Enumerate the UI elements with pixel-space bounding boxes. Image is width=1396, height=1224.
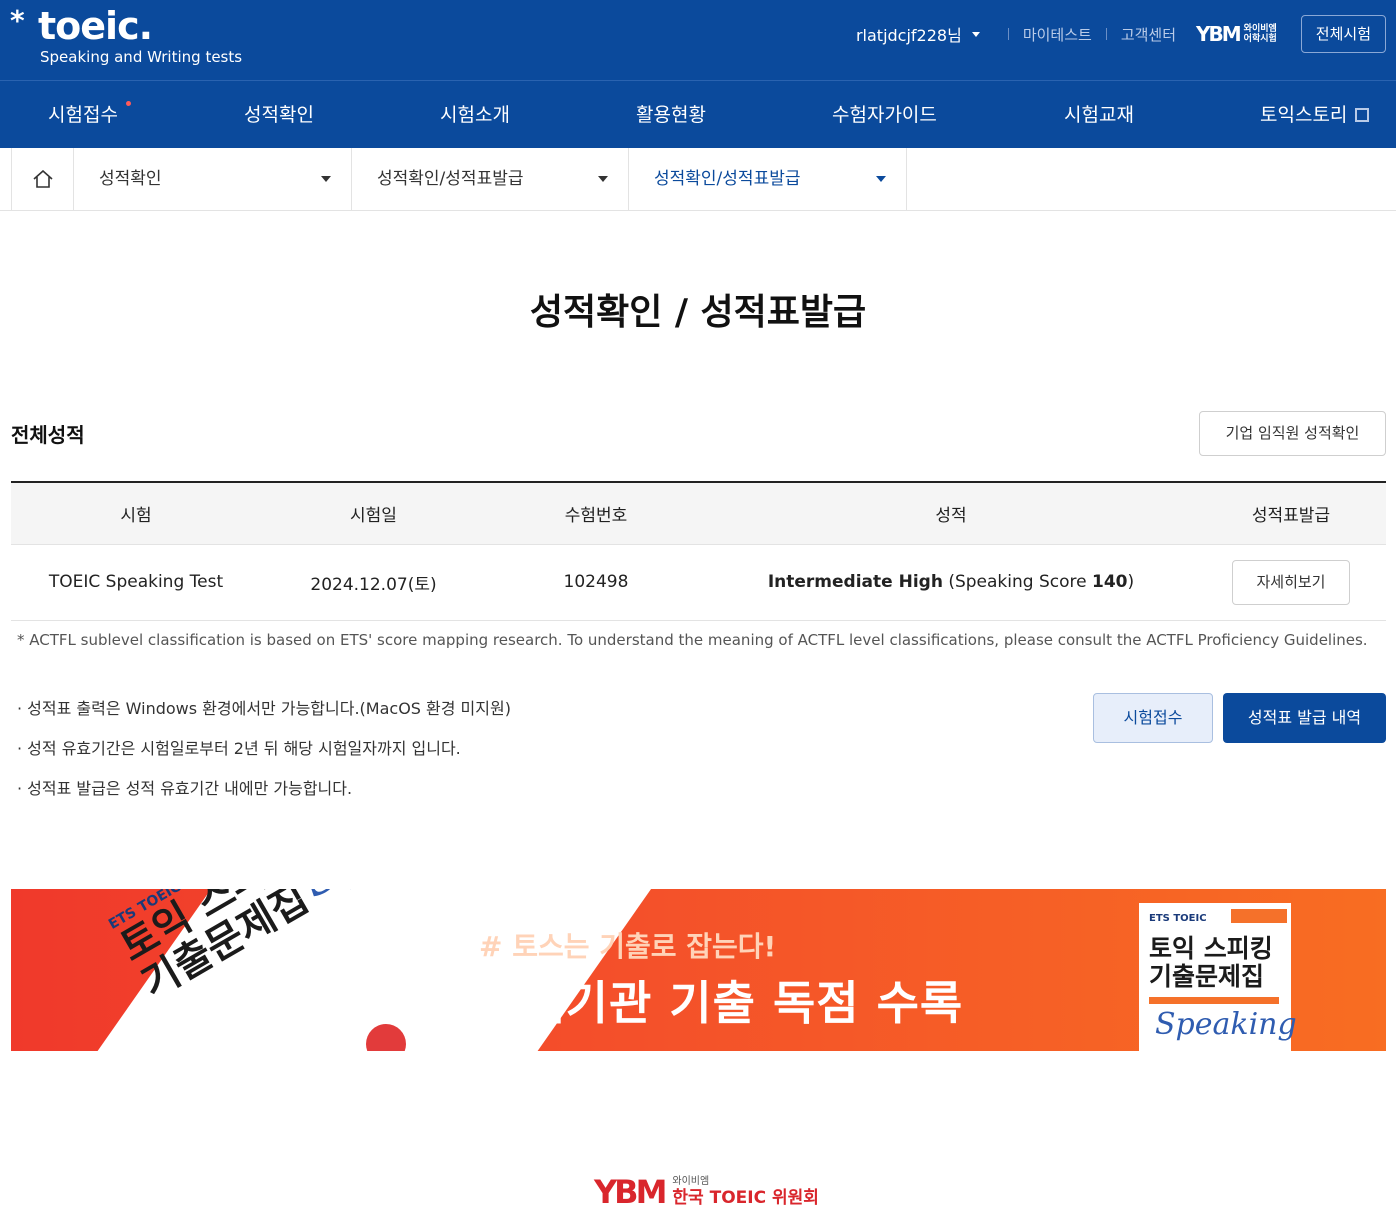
- page-title: 성적확인 / 성적표발급: [529, 292, 867, 333]
- table-row: TOEIC Speaking Test 2024.12.07(토) 102498…: [11, 544, 1386, 620]
- caret-down-icon: [321, 176, 331, 182]
- book-stripe: [1149, 997, 1279, 1004]
- view-details-button[interactable]: 자세히보기: [1232, 559, 1350, 605]
- nav-item-usage[interactable]: 활용현황: [636, 81, 706, 149]
- breadcrumb: 성적확인 성적확인/성적표발급 성적확인/성적표발급: [0, 148, 1396, 211]
- breadcrumb-level2[interactable]: 성적확인/성적표발급: [352, 148, 629, 210]
- breadcrumb-level1[interactable]: 성적확인: [74, 148, 352, 210]
- logo-subtitle: Speaking and Writing tests: [40, 48, 243, 66]
- top-header: * toeic. Speaking and Writing tests rlat…: [0, 0, 1396, 80]
- corporate-score-button[interactable]: 기업 임직원 성적확인: [1199, 411, 1386, 456]
- nav-item-scores[interactable]: 성적확인: [244, 81, 314, 149]
- divider: [1105, 28, 1107, 40]
- book-brand: ETS TOEIC: [1149, 913, 1207, 924]
- score-suffix: ): [1127, 572, 1135, 592]
- test-name: TOEIC Speaking Test: [48, 572, 224, 592]
- book-tag: [1231, 909, 1287, 923]
- list-item: · 성적표 발급은 성적 유효기간 내에만 가능합니다.: [17, 779, 353, 798]
- scores-table: 시험 시험일 수험번호 성적 성적표발급 TOEIC Speaking Test…: [11, 481, 1386, 621]
- nav-item-guide[interactable]: 수험자가이드: [832, 81, 937, 149]
- caret-down-icon: [598, 176, 608, 182]
- my-test-link[interactable]: 마이테스트: [1023, 24, 1092, 45]
- book-title-line1: 토익 스피킹: [1149, 934, 1273, 963]
- column-header: 수험번호: [486, 482, 706, 545]
- nav-item-story[interactable]: 토익스토리: [1260, 81, 1370, 149]
- actfl-footnote: * ACTFL sublevel classification is based…: [17, 631, 1368, 649]
- test-date: 2024.12.07(토): [310, 574, 437, 595]
- book-script: Speaking: [1155, 1007, 1297, 1042]
- column-header: 성적표발급: [1196, 482, 1386, 545]
- notice-list: · 성적표 출력은 Windows 환경에서만 가능합니다.(MacOS 환경 …: [17, 697, 511, 817]
- banner-headline: 출제기관 기출 독점 수록: [479, 976, 964, 1030]
- promo-banner[interactable]: ETS TOEIC 토익 스피킹 기출문제집 Speaking # 토스는 기출…: [11, 889, 1386, 1051]
- all-tests-button[interactable]: 전체시험: [1300, 15, 1386, 53]
- breadcrumb-home[interactable]: [11, 148, 74, 210]
- test-number: 102498: [563, 572, 629, 592]
- book-title-line2: 기출문제집: [1149, 962, 1265, 991]
- external-link-icon: [1355, 108, 1370, 122]
- nav-item-books[interactable]: 시험교재: [1064, 81, 1134, 149]
- customer-center-link[interactable]: 고객센터: [1121, 24, 1176, 45]
- ybm-text-line2: 어학시험: [1243, 34, 1277, 44]
- footer-logo-small: 와이비엠: [672, 1176, 710, 1187]
- apply-test-button[interactable]: 시험접수: [1093, 693, 1213, 743]
- caret-down-icon: [876, 176, 886, 182]
- column-header: 성적: [706, 482, 1196, 545]
- breadcrumb-level3[interactable]: 성적확인/성적표발급: [629, 148, 907, 210]
- new-dot-icon: [126, 101, 131, 106]
- score-number: 140: [1092, 572, 1128, 592]
- list-item: · 성적 유효기간은 시험일로부터 2년 뒤 해당 시험일자까지 입니다.: [17, 739, 461, 758]
- list-item: · 성적표 출력은 Windows 환경에서만 가능합니다.(MacOS 환경 …: [17, 699, 511, 718]
- divider: [1007, 28, 1009, 40]
- score-level: Intermediate High: [767, 572, 943, 592]
- book-cover-right: ETS TOEIC 토익 스피킹 기출문제집 Speaking: [1139, 903, 1297, 1051]
- column-header: 시험일: [261, 482, 486, 545]
- ybm-text-line1: 와이비엠: [1243, 24, 1277, 34]
- chevron-down-icon[interactable]: [971, 31, 980, 37]
- score-prefix: (Speaking Score: [948, 572, 1092, 592]
- banner-hashtag: # 토스는 기출로 잡는다!: [479, 930, 777, 963]
- column-header: 시험: [11, 482, 261, 545]
- ybm-logo[interactable]: YBM 와이비엠 어학시험: [1196, 22, 1277, 46]
- nav-item-about[interactable]: 시험소개: [440, 81, 510, 149]
- nav-item-apply[interactable]: 시험접수: [48, 81, 131, 149]
- ybm-mark-icon: YBM: [1196, 22, 1242, 46]
- footer-logo-big: 한국 TOEIC 위원회: [672, 1188, 819, 1208]
- table-header-row: 시험 시험일 수험번호 성적 성적표발급: [11, 482, 1386, 545]
- main-nav: 시험접수 성적확인 시험소개 활용현황 수험자가이드 시험교재 토익스토리: [0, 80, 1396, 148]
- section-title: 전체성적: [11, 423, 85, 447]
- issue-history-button[interactable]: 성적표 발급 내역: [1223, 693, 1386, 743]
- asterisk-icon: *: [10, 4, 25, 37]
- home-icon: [33, 170, 53, 188]
- user-menu[interactable]: rlatjdcjf228님: [856, 22, 962, 46]
- footer-logo[interactable]: YBM 와이비엠 한국 TOEIC 위원회: [594, 1173, 819, 1211]
- ybm-logo-icon: YBM: [594, 1173, 667, 1211]
- user-area: rlatjdcjf228님 마이테스트 고객센터 YBM 와이비엠 어학시험 전…: [856, 15, 1386, 53]
- logo-text: toeic.: [38, 4, 153, 48]
- score-value: Intermediate High (Speaking Score 140): [706, 544, 1196, 620]
